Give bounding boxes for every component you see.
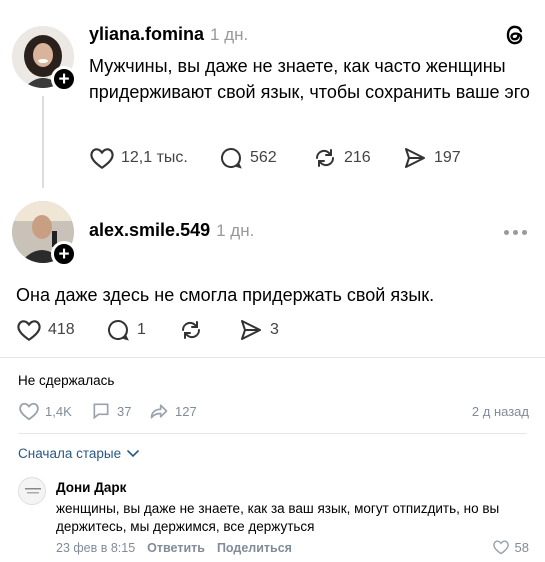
like-count: 418 — [48, 321, 75, 338]
share-link[interactable]: Поделиться — [217, 541, 292, 555]
reply-count: 562 — [250, 149, 277, 166]
comment-avatar[interactable] — [18, 477, 46, 505]
vk-comment-button[interactable]: 37 — [90, 401, 131, 421]
username[interactable]: alex.smile.549 — [89, 220, 210, 241]
reply-count: 1 — [137, 321, 146, 338]
repost-icon — [315, 149, 335, 167]
like-count: 1,4K — [45, 403, 72, 419]
post-text: Мужчины, вы даже не знаете, как часто же… — [89, 56, 530, 102]
repost-count: 216 — [344, 149, 371, 166]
comment-count: 37 — [117, 403, 132, 419]
post-time: 1 дн. — [216, 221, 255, 240]
post-caption: Не сдержалась — [18, 373, 115, 388]
sort-label: Сначала старые — [18, 446, 122, 461]
comment-like-button[interactable]: 58 — [492, 539, 529, 555]
send-icon — [405, 148, 425, 168]
share-button[interactable]: 3 — [238, 318, 279, 342]
repost-button[interactable]: 216 — [312, 146, 371, 170]
post-time: 1 дн. — [210, 25, 249, 44]
reply-button[interactable]: 562 — [218, 146, 277, 170]
like-count: 12,1 тыс. — [121, 149, 188, 166]
vk-share-button[interactable]: 127 — [148, 401, 197, 421]
comment-author[interactable]: Дони Дарк — [56, 480, 126, 495]
heart-icon — [19, 402, 39, 421]
thread-connector-line — [42, 96, 44, 188]
comment-date[interactable]: 23 фев в 8:15 — [56, 541, 135, 555]
post-time: 2 д назад — [471, 404, 529, 419]
comments-divider — [18, 433, 527, 434]
post-header: alex.smile.549 1 дн. — [89, 220, 254, 241]
comment-meta: 23 фев в 8:15 Ответить Поделиться — [56, 541, 292, 555]
post-text: Она даже здесь не смогла придержать свой… — [16, 285, 435, 305]
username[interactable]: yliana.fomina — [89, 24, 204, 45]
share-count: 3 — [270, 321, 279, 338]
avatar-image — [19, 478, 45, 504]
more-options-icon[interactable] — [504, 230, 527, 235]
share-count: 127 — [175, 403, 197, 419]
repost-button[interactable] — [178, 318, 204, 342]
post-header: yliana.fomina 1 дн. — [89, 24, 248, 45]
share-button[interactable]: 197 — [402, 146, 461, 170]
heart-icon — [17, 320, 41, 342]
share-arrow-icon — [150, 404, 168, 419]
comment-like-count: 58 — [514, 539, 529, 555]
share-count: 197 — [434, 149, 461, 166]
chevron-down-icon — [127, 449, 139, 457]
comment-icon — [221, 148, 242, 169]
reply-button[interactable]: 1 — [105, 318, 146, 342]
follow-plus-button[interactable]: + — [51, 241, 77, 267]
vk-like-button[interactable]: 1,4K — [18, 401, 72, 421]
follow-plus-button[interactable]: + — [51, 66, 77, 92]
send-icon — [241, 320, 261, 340]
like-button[interactable]: 418 — [16, 318, 75, 342]
comment-icon — [93, 403, 109, 420]
heart-icon — [90, 148, 114, 170]
repost-icon — [181, 321, 201, 339]
comments-sort-dropdown[interactable]: Сначала старые — [18, 446, 139, 461]
threads-logo-icon[interactable] — [502, 22, 528, 48]
comment-icon — [108, 320, 129, 341]
like-button[interactable]: 12,1 тыс. — [89, 146, 188, 170]
comment-text: женщины, вы даже не знаете, как за ваш я… — [56, 501, 500, 534]
reply-link[interactable]: Ответить — [147, 541, 205, 555]
heart-icon — [492, 540, 509, 555]
section-divider — [0, 357, 545, 358]
